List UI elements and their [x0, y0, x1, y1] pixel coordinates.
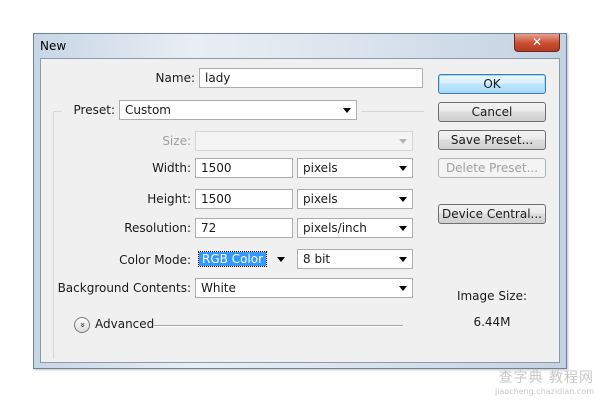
name-label: Name:	[155, 71, 195, 85]
bit-depth-value: 8 bit	[303, 252, 331, 266]
chevron-down-icon	[277, 257, 285, 262]
background-contents-value: White	[201, 281, 236, 295]
preset-label: Preset:	[73, 103, 115, 117]
chevron-down-icon	[399, 139, 407, 144]
color-mode-select[interactable]: RGB Color	[195, 249, 291, 269]
chevron-down-icon	[399, 226, 407, 231]
watermark-url: jiaocheng.chazidian.com	[494, 387, 594, 396]
chevron-down-icon	[399, 286, 407, 291]
watermark: 查字典 教程网 jiaocheng.chazidian.com	[495, 367, 594, 396]
resolution-unit-value: pixels/inch	[303, 221, 367, 235]
width-value: 1500	[201, 161, 232, 175]
color-mode-value: RGB Color	[197, 251, 268, 267]
height-input[interactable]: 1500	[195, 189, 293, 209]
height-value: 1500	[201, 192, 232, 206]
resolution-label: Resolution:	[124, 221, 191, 235]
advanced-label: Advanced	[95, 317, 155, 331]
image-size-label: Image Size:	[456, 289, 528, 303]
color-mode-label: Color Mode:	[119, 253, 191, 267]
double-chevron-down-icon: »	[76, 322, 87, 328]
chevron-down-icon	[399, 166, 407, 171]
watermark-text: 查字典 教程网	[498, 370, 594, 386]
title-bar[interactable]: New ✕	[34, 34, 566, 56]
dialog-title: New	[40, 39, 67, 53]
bit-depth-select[interactable]: 8 bit	[297, 249, 413, 269]
size-select[interactable]	[195, 131, 413, 151]
width-input[interactable]: 1500	[195, 158, 293, 178]
preset-group-left-border	[53, 111, 54, 359]
name-value: lady	[205, 71, 231, 85]
device-central-button[interactable]: Device Central...	[438, 204, 546, 224]
resolution-value: 72	[201, 221, 217, 235]
close-icon: ✕	[531, 35, 543, 49]
cancel-button[interactable]: Cancel	[438, 102, 546, 122]
save-preset-button[interactable]: Save Preset...	[438, 130, 546, 150]
chevron-down-icon	[399, 257, 407, 262]
preset-select[interactable]: Custom	[119, 100, 357, 120]
preset-value: Custom	[125, 103, 171, 117]
width-unit-value: pixels	[303, 161, 338, 175]
preset-group-top-border-left	[53, 111, 62, 112]
chevron-down-icon	[343, 108, 351, 113]
image-size-value: 6.44M	[473, 315, 511, 329]
dialog-body: Name: lady Preset: Custom Size: Width: 1…	[40, 58, 560, 363]
advanced-divider	[153, 325, 403, 327]
background-contents-label: Background Contents:	[57, 281, 191, 295]
background-contents-select[interactable]: White	[195, 278, 413, 298]
preset-group-top-border-right	[361, 111, 424, 112]
height-unit-select[interactable]: pixels	[297, 189, 413, 209]
width-label: Width:	[152, 161, 191, 175]
resolution-unit-select[interactable]: pixels/inch	[297, 218, 413, 238]
size-label: Size:	[162, 134, 191, 148]
name-input[interactable]: lady	[199, 68, 423, 88]
ok-button[interactable]: OK	[438, 74, 546, 94]
advanced-toggle-button[interactable]: »	[74, 317, 90, 333]
height-unit-value: pixels	[303, 192, 338, 206]
new-document-dialog: New ✕ Name: lady Preset: Custom Size: Wi…	[33, 33, 567, 369]
width-unit-select[interactable]: pixels	[297, 158, 413, 178]
chevron-down-icon	[399, 197, 407, 202]
delete-preset-button[interactable]: Delete Preset...	[438, 158, 546, 178]
close-button[interactable]: ✕	[514, 34, 560, 52]
resolution-input[interactable]: 72	[195, 218, 293, 238]
height-label: Height:	[147, 192, 191, 206]
